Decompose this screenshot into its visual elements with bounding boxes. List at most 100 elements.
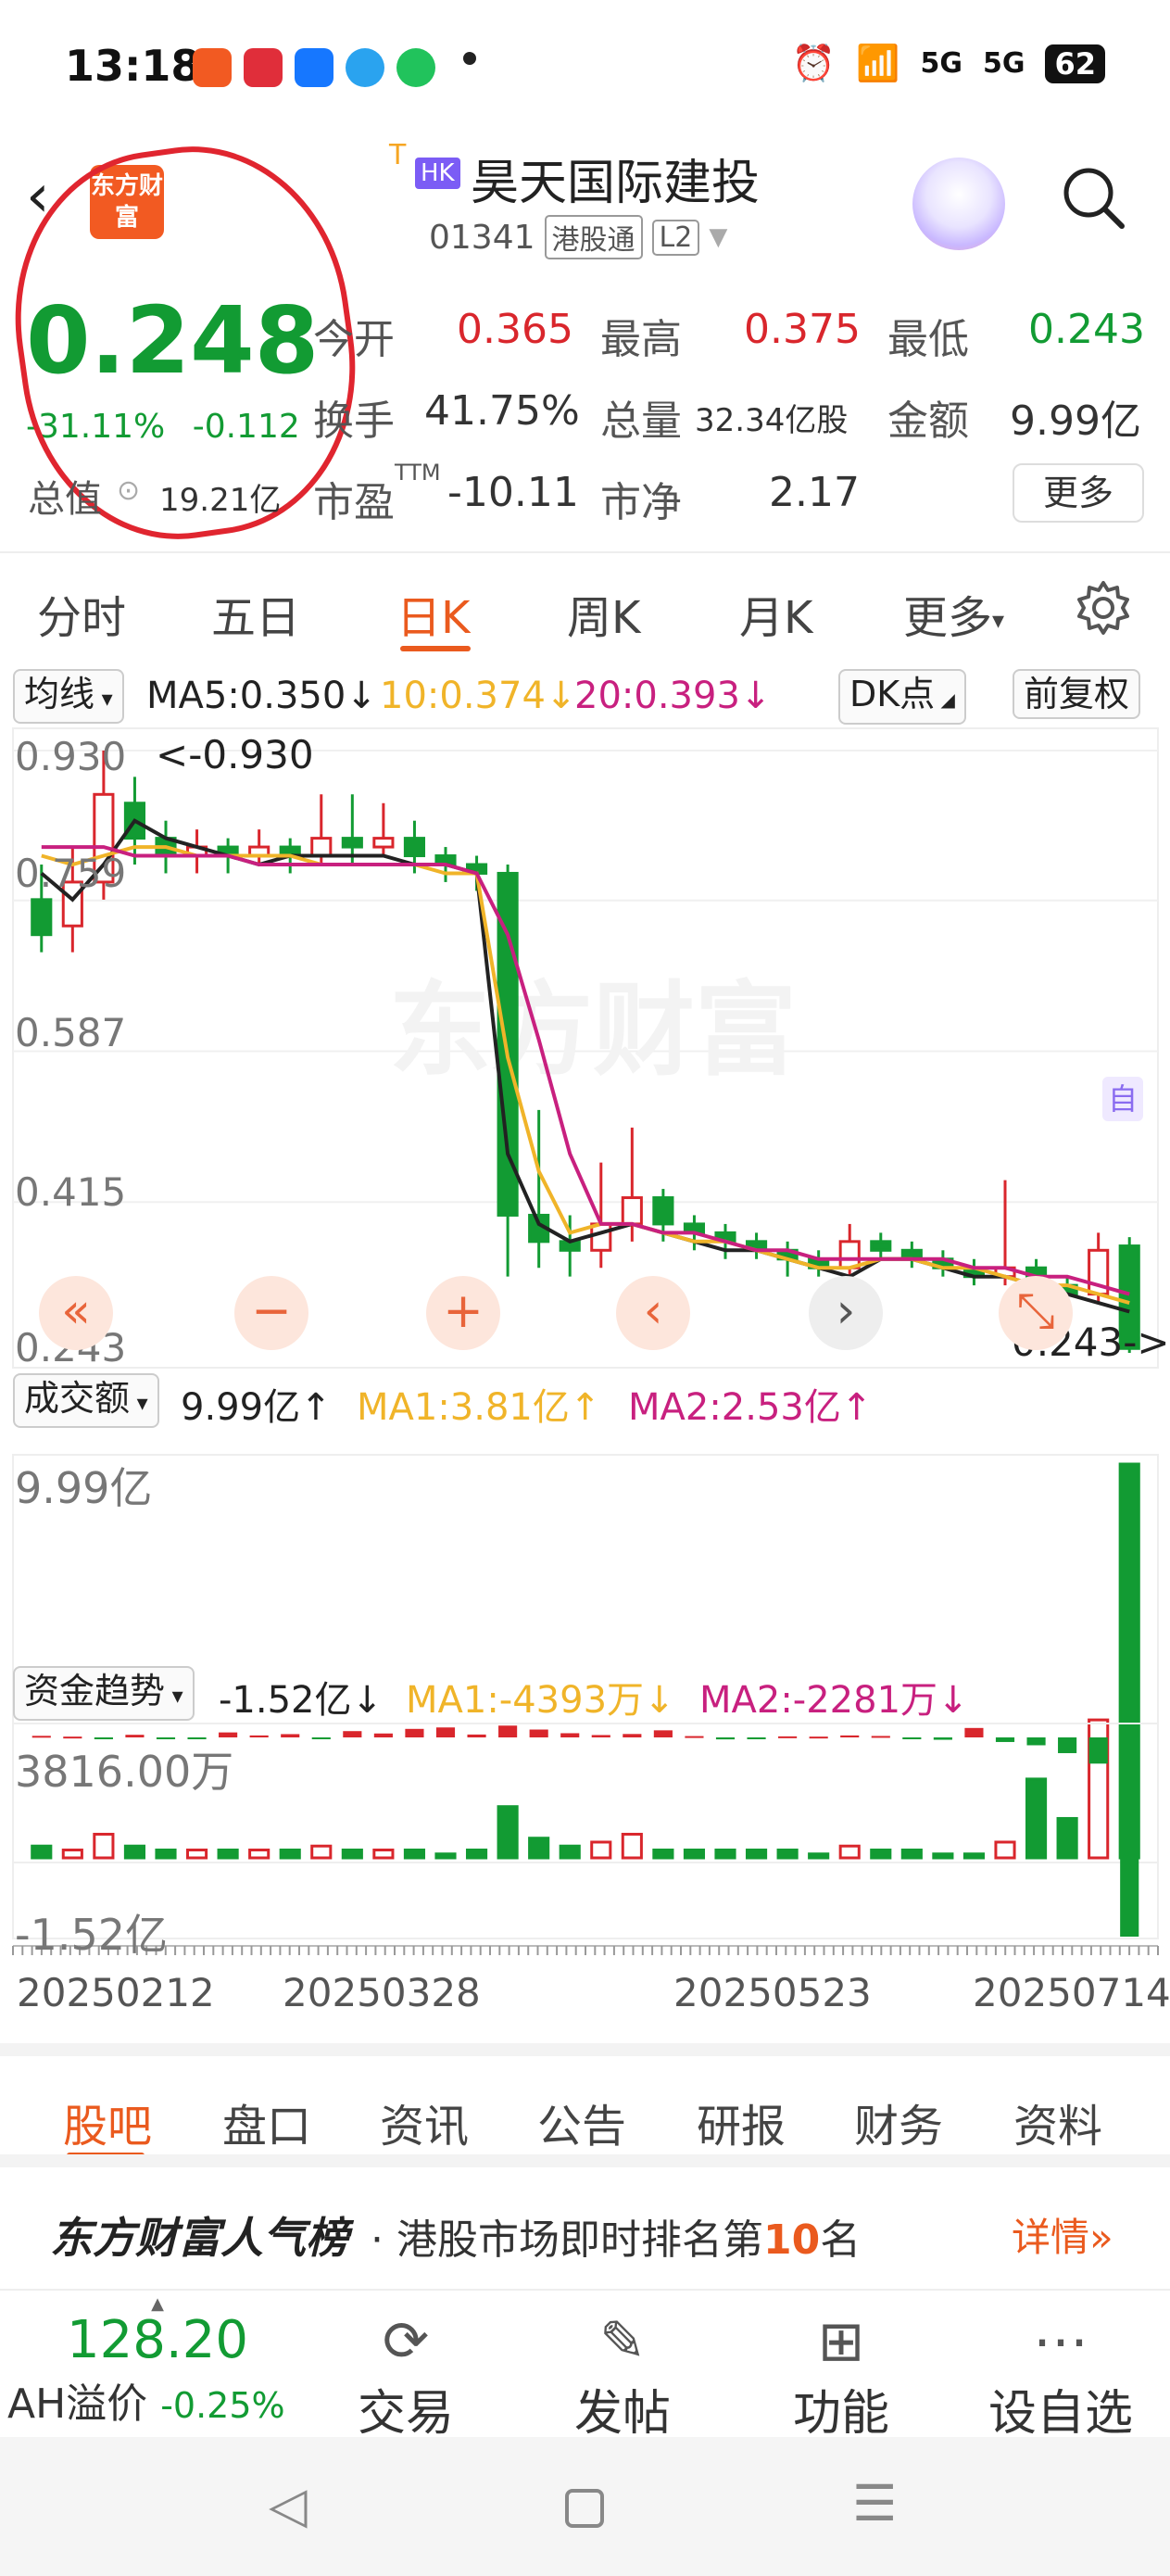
stock-name[interactable]: 昊天国际建投 [471, 144, 760, 213]
trade-button[interactable]: ⟳ 交易 [322, 2309, 489, 2443]
func-label: 功能 [792, 2386, 889, 2442]
tab-profile[interactable]: 资料 [1013, 2090, 1102, 2154]
mail-app-icon [193, 48, 232, 87]
self-select-marker[interactable]: 自 [1102, 1077, 1143, 1121]
flow-bar [529, 1729, 548, 1737]
pb-value: 2.17 [769, 469, 860, 516]
flow-bar [343, 1731, 362, 1737]
tab-research[interactable]: 研报 [697, 2090, 786, 2154]
price-axis-label: 0.759 [15, 851, 127, 896]
ah-label: AH溢价 [7, 2380, 148, 2428]
stock-code-row[interactable]: 01341 港股通 L2 ▼ [429, 215, 727, 259]
candle-body [31, 898, 53, 937]
low-value: 0.243 [1028, 306, 1145, 353]
amount-value: 9.99亿 [1010, 398, 1141, 445]
volume-bar [590, 1840, 612, 1860]
volume-axis-label: 9.99亿 [15, 1463, 153, 1513]
double-chevron-right-icon: » [1089, 2215, 1113, 2260]
candle-body [372, 837, 395, 849]
post-button[interactable]: ✎ 发帖 [539, 2309, 706, 2443]
wechat-icon [396, 48, 435, 87]
arrow-down-icon: ↓ [346, 675, 377, 717]
adjust-button[interactable]: 前复权 [1013, 669, 1141, 719]
flow-bar [1026, 1737, 1046, 1746]
zoom-out-button[interactable]: − [234, 1276, 308, 1350]
volume-bar [310, 1844, 333, 1860]
mktcap-value: 19.21亿 [159, 482, 282, 519]
search-icon[interactable] [1061, 165, 1126, 230]
grid-apps-icon: ⊞ [817, 2309, 865, 2374]
arrow-down-icon: ↓ [351, 1679, 384, 1722]
candle-body [590, 1222, 612, 1252]
flow-bar [249, 1735, 269, 1737]
scroll-left-fast-button[interactable]: « [39, 1276, 113, 1350]
ma-select[interactable]: 均线 ▾ [13, 669, 124, 724]
flow-bar [902, 1737, 922, 1739]
volume-bar [1025, 1777, 1048, 1860]
candle-body [621, 1196, 643, 1226]
ma10-readout: 10:0.374↓ [380, 675, 576, 717]
rank-brand: 东方财富人气榜 [50, 2213, 348, 2263]
flow-axis-top: 3816.00万 [15, 1747, 234, 1797]
volume-ma2: MA2:2.53亿 [628, 1386, 841, 1429]
info-icon[interactable]: ⊙ [117, 474, 140, 507]
assistant-avatar[interactable] [912, 158, 1005, 250]
functions-button[interactable]: ⊞ 功能 [758, 2309, 925, 2443]
volume-bar [123, 1844, 146, 1860]
more-quote-button[interactable]: 更多 [1013, 463, 1144, 523]
flow-indicator-select[interactable]: 资金趋势 ▾ [13, 1666, 195, 1721]
arrow-down-icon: ↓ [937, 1679, 969, 1722]
date-label: 20250328 [283, 1970, 481, 2015]
volume-bar [217, 1848, 239, 1860]
nav-back-icon[interactable]: ◁ [269, 2476, 308, 2534]
candle-body [870, 1240, 892, 1252]
tab-orderbook[interactable]: 盘口 [222, 2090, 311, 2154]
turnover-label: 换手 [313, 398, 395, 445]
rank-detail-link[interactable]: 详情» [1012, 2206, 1113, 2263]
flow-bar [840, 1735, 860, 1737]
turnover-value: 41.75% [424, 387, 580, 435]
tab-news[interactable]: 资讯 [380, 2090, 469, 2154]
nav-home-icon[interactable] [565, 2489, 604, 2528]
ah-premium[interactable]: ▲ 128.20 AH溢价 -0.25% [0, 2296, 315, 2430]
tab-financials[interactable]: 财务 [854, 2090, 943, 2154]
add-watchlist-button[interactable]: ⋯ 设自选 [977, 2309, 1144, 2443]
volume-bar [683, 1848, 706, 1860]
bottom-toolbar: ▲ 128.20 AH溢价 -0.25% ⟳ 交易 ✎ 发帖 ⊞ 功能 ⋯ 设自… [0, 2289, 1170, 2442]
volume-bar [185, 1848, 208, 1860]
tab-intraday[interactable]: 分时 [37, 581, 126, 646]
tab-5day[interactable]: 五日 [211, 581, 300, 646]
price-axis-label: 0.930 [15, 734, 127, 779]
pe-ttm-sup: TTM [395, 460, 441, 486]
arrow-down-icon: ↓ [545, 675, 577, 717]
dk-point-button[interactable]: DK点 ◢ [838, 669, 966, 725]
flow-bar [591, 1735, 610, 1737]
low-label: 最低 [887, 316, 969, 363]
rank-suffix: 名 [820, 2216, 862, 2264]
more-notifications-icon [463, 52, 476, 65]
ah-change: -0.25% [160, 2385, 285, 2426]
volume-panel-frame [12, 1454, 1159, 1863]
scroll-left-button[interactable]: ‹ [616, 1276, 690, 1350]
volume-bar [279, 1848, 301, 1860]
tab-weekly-k[interactable]: 周K [567, 581, 640, 646]
volume-bar [745, 1848, 768, 1860]
tab-announcements[interactable]: 公告 [537, 2090, 626, 2154]
volume-bar [932, 1852, 954, 1860]
tab-monthly-k[interactable]: 月K [739, 581, 812, 646]
nav-recent-icon[interactable]: ☰ [852, 2474, 897, 2532]
flow-bar [498, 1725, 518, 1737]
volume-indicator-select[interactable]: 成交额 ▾ [13, 1373, 159, 1428]
market-badge: HK [415, 158, 460, 189]
tab-forum[interactable]: 股吧 [63, 2090, 152, 2154]
flow-bar [281, 1734, 300, 1737]
zoom-in-button[interactable]: + [426, 1276, 500, 1350]
fullscreen-button[interactable]: ⤡ [999, 1276, 1073, 1350]
tab-more[interactable]: 更多▾ [903, 581, 1004, 646]
scroll-right-button[interactable]: › [809, 1276, 883, 1350]
candle-body [341, 837, 363, 849]
popularity-rank-banner[interactable]: 东方财富人气榜 · 港股市场即时排名第10名 详情» [0, 2154, 1170, 2284]
tab-daily-k[interactable]: 日K [396, 581, 470, 646]
settings-gear-icon[interactable] [1075, 579, 1132, 637]
active-tab-indicator [400, 646, 471, 651]
